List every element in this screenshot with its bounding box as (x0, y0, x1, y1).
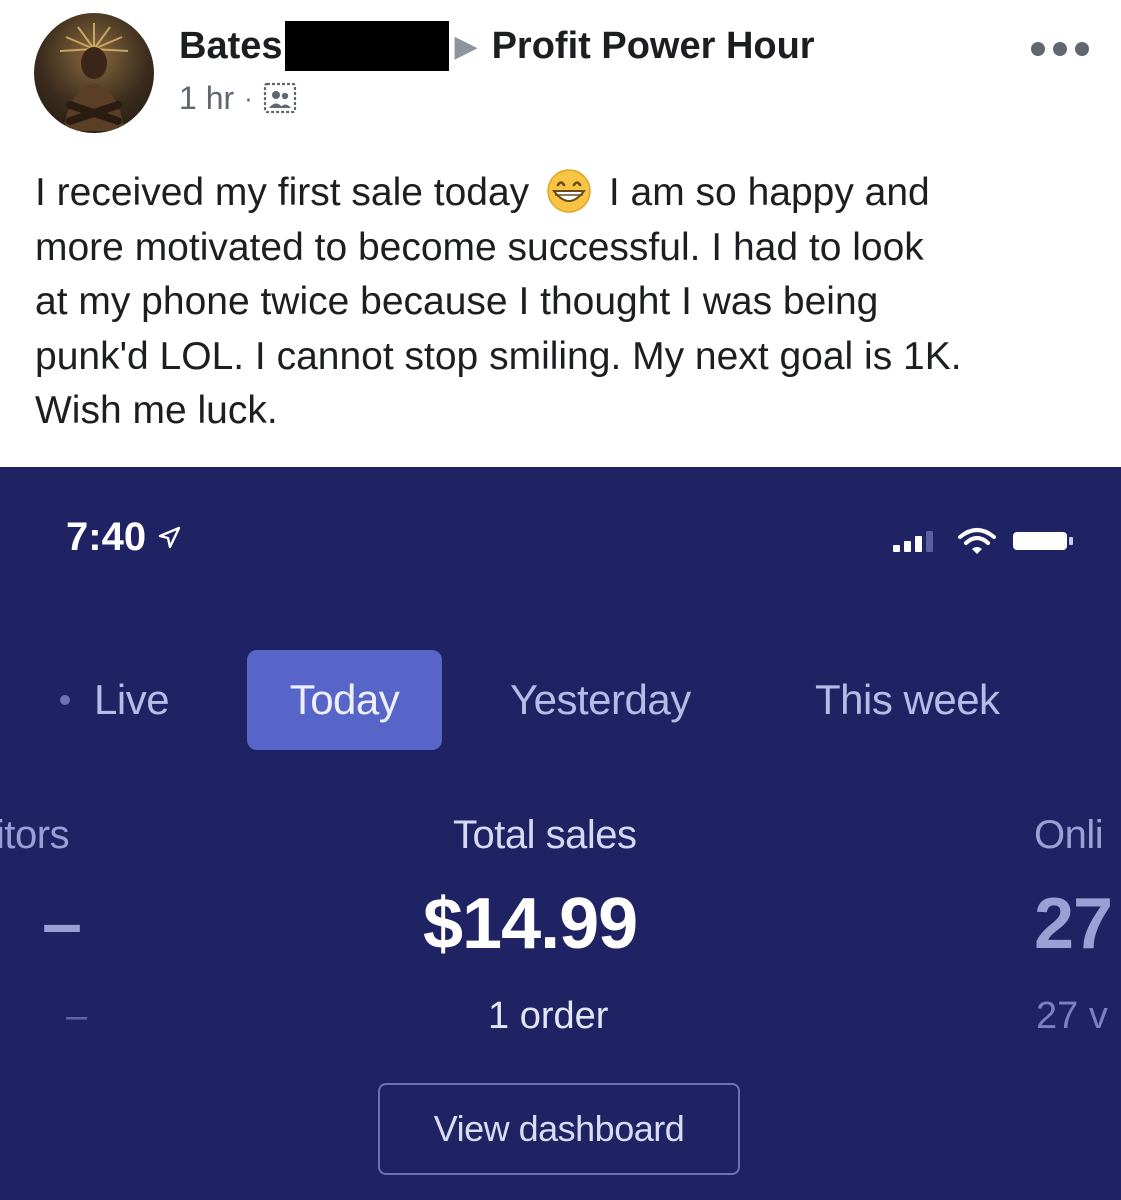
visitors-value: – (42, 884, 82, 964)
total-sales-label: Total sales (453, 813, 637, 857)
post-text: I received my first sale today I am so h… (35, 166, 1095, 439)
more-options-icon (1031, 42, 1045, 56)
status-time-text: 7:40 (66, 515, 147, 559)
redaction-bar (284, 21, 449, 71)
location-arrow-icon (158, 526, 181, 548)
status-bar-time: 7:40 (66, 515, 182, 560)
online-label: Onli (1034, 813, 1104, 857)
more-options-dot (1075, 42, 1089, 56)
tab-this-week-label: This week (815, 676, 1000, 723)
post-text-line: Wish me luck. (35, 389, 278, 432)
grinning-face-emoji-icon (544, 169, 594, 213)
tab-yesterday-label: Yesterday (510, 676, 691, 723)
tab-today[interactable]: Today (247, 650, 442, 750)
post-text-segment: I received my first sale today (35, 171, 530, 214)
post-timestamp[interactable]: 1 hr (179, 80, 234, 117)
group-icon (263, 81, 297, 115)
online-value: 27 (1034, 884, 1113, 964)
post-header: Bates ▶ Profit Power Hour 1 hr · (0, 0, 1121, 140)
tab-live-label: Live (94, 676, 170, 723)
post-author-line: Bates ▶ Profit Power Hour (179, 21, 815, 71)
triangle-arrow-icon: ▶ (454, 29, 478, 63)
view-dashboard-button[interactable]: View dashboard (378, 1083, 740, 1175)
more-options-button[interactable] (1031, 34, 1089, 64)
group-name[interactable]: Profit Power Hour (492, 25, 815, 68)
tab-today-label: Today (289, 676, 400, 723)
wifi-icon (958, 528, 996, 554)
more-options-dot (1053, 42, 1067, 56)
post-text-line: I received my first sale today I am so h… (35, 166, 1095, 221)
visitors-label: itors (0, 813, 70, 857)
date-range-tabs: Live Today Yesterday This week (0, 650, 1121, 750)
post-text-segment: I am so happy and (608, 171, 930, 214)
order-count: 1 order (488, 995, 609, 1037)
status-bar-icons (891, 527, 1075, 555)
sales-app-screenshot[interactable]: 7:40 Live Today Yesterday This week itor… (0, 467, 1121, 1200)
author-avatar[interactable] (34, 13, 154, 133)
author-name[interactable]: Bates (179, 25, 283, 68)
tab-live[interactable]: Live (60, 650, 170, 750)
signal-icon (893, 531, 933, 552)
battery-icon (1013, 532, 1073, 550)
post-meta: 1 hr · (179, 78, 297, 118)
visitors-subtext: – (66, 995, 88, 1037)
meta-separator: · (244, 82, 253, 113)
post-text-line: more motivated to become successful. I h… (35, 225, 924, 269)
post-text-line: at my phone twice because I thought I wa… (35, 280, 879, 323)
post-text-line: punk'd LOL. I cannot stop smiling. My ne… (35, 334, 962, 378)
live-dot-icon (60, 695, 70, 705)
avatar-image (59, 23, 129, 131)
online-subtext: 27 v (1036, 995, 1108, 1037)
total-sales-value: $14.99 (423, 884, 638, 964)
tab-this-week[interactable]: This week (815, 650, 1000, 750)
tab-yesterday[interactable]: Yesterday (510, 650, 691, 750)
